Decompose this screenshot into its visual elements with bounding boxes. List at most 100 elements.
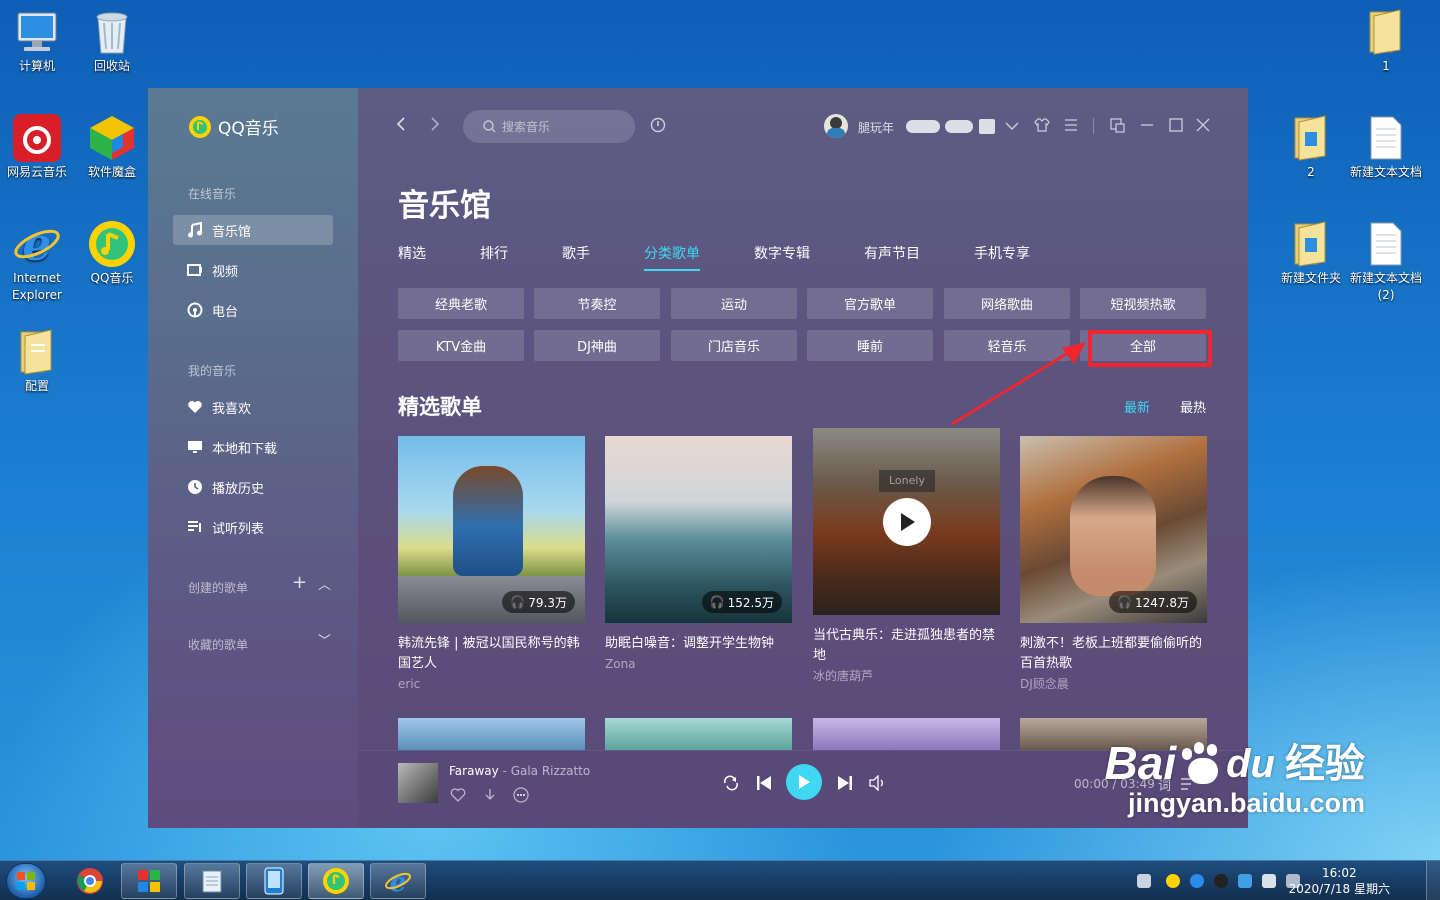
category-chip[interactable]: 经典老歌 xyxy=(398,288,524,319)
song-artist[interactable]: Gala Rizzatto xyxy=(511,764,591,778)
desktop-icon-ie[interactable]: e Internet Explorer xyxy=(1,220,73,304)
desktop-icon-recycle-bin[interactable]: 回收站 xyxy=(76,8,148,75)
sidebar-item-radio[interactable]: 电台 xyxy=(173,295,333,325)
system-clock[interactable]: 16:02 2020/7/18 星期六 xyxy=(1289,865,1390,897)
category-chip[interactable]: KTV金曲 xyxy=(398,330,524,361)
qq-music-tray-icon[interactable] xyxy=(1166,874,1180,888)
playlist-cover[interactable]: 🎧 79.3万 xyxy=(398,436,585,623)
desktop-icon-folder-2[interactable]: 2 xyxy=(1275,114,1347,181)
start-button[interactable] xyxy=(6,863,46,899)
previous-icon[interactable] xyxy=(755,774,773,796)
more-icon[interactable] xyxy=(513,787,529,807)
playlist-cover[interactable] xyxy=(813,718,1000,750)
desktop-icon-netease-music[interactable]: 网易云音乐 xyxy=(1,114,73,181)
tab-featured[interactable]: 精选 xyxy=(398,243,426,263)
sidebar-item-music-hall[interactable]: 音乐馆 xyxy=(173,215,333,245)
forward-icon[interactable] xyxy=(430,116,440,135)
like-icon[interactable] xyxy=(450,787,466,807)
play-button[interactable] xyxy=(883,498,931,546)
desktop-icon-text-doc-2[interactable]: 新建文本文档 (2) xyxy=(1350,220,1422,304)
menu-icon[interactable] xyxy=(1064,118,1078,135)
minimize-icon[interactable] xyxy=(1140,118,1154,135)
category-chip[interactable]: 短视频热歌 xyxy=(1080,288,1206,319)
category-chip[interactable]: 节奏控 xyxy=(534,288,660,319)
playlist-author[interactable]: Zona xyxy=(605,654,792,674)
listen-recognize-icon[interactable] xyxy=(650,117,666,136)
search-input[interactable]: 搜索音乐 xyxy=(463,110,635,143)
tab-audio-programs[interactable]: 有声节目 xyxy=(864,243,920,263)
chevron-down-icon[interactable]: ﹀ xyxy=(318,630,331,649)
playlist-card[interactable]: 🎧 152.5万 助眠白噪音：调整开学生物钟 Zona xyxy=(605,436,792,674)
vip-badge[interactable] xyxy=(945,120,973,133)
app-logo[interactable]: QQ音乐 xyxy=(188,114,279,139)
playlist-card[interactable]: Lonely 当代古典乐：走进孤独患者的禁地 冰的唐葫芦 xyxy=(813,428,1000,686)
desktop-icon-config[interactable]: 配置 xyxy=(1,328,73,395)
close-icon[interactable] xyxy=(1196,118,1210,135)
playlist-cover[interactable]: 🎧 152.5万 xyxy=(605,436,792,623)
desktop-icon-folder-1[interactable]: 1 xyxy=(1350,8,1422,75)
username[interactable]: 腿玩年 xyxy=(858,119,894,136)
playlist-title[interactable]: 刺激不！老板上班都要偷偷听的百首热歌 xyxy=(1020,634,1207,674)
playlist-cover[interactable]: 🎧 1247.8万 xyxy=(1020,436,1207,623)
playlist-cover[interactable] xyxy=(398,718,585,750)
taskbar-ie[interactable]: e xyxy=(370,863,426,899)
category-chip[interactable]: 官方歌单 xyxy=(807,288,933,319)
playlist-title[interactable]: 当代古典乐：走进孤独患者的禁地 xyxy=(813,626,1000,666)
playlist-author[interactable]: eric xyxy=(398,674,585,694)
taskbar-software-box[interactable] xyxy=(121,863,177,899)
sort-newest[interactable]: 最新 xyxy=(1124,397,1150,416)
playlist-card[interactable]: 🎧 79.3万 韩流先锋 | 被冠以国民称号的韩国艺人 eric xyxy=(398,436,585,694)
tab-singers[interactable]: 歌手 xyxy=(562,243,590,263)
volume-tray-icon[interactable] xyxy=(1262,874,1276,888)
sidebar-item-history[interactable]: 播放历史 xyxy=(173,472,333,502)
desktop-icon-computer[interactable]: 计算机 xyxy=(1,8,73,75)
playlist-card[interactable]: 🎧 1247.8万 刺激不！老板上班都要偷偷听的百首热歌 DJ顾念晨 xyxy=(1020,436,1207,694)
tab-digital-albums[interactable]: 数字专辑 xyxy=(754,243,810,263)
sidebar-item-favorites[interactable]: 我喜欢 xyxy=(173,392,333,422)
category-chip[interactable]: 运动 xyxy=(671,288,797,319)
taskbar-qq-music[interactable] xyxy=(308,863,364,899)
playlist-title[interactable]: 助眠白噪音：调整开学生物钟 xyxy=(605,634,792,654)
sidebar-item-trial-list[interactable]: 试听列表 xyxy=(173,512,333,542)
album-art[interactable] xyxy=(398,763,438,803)
playlist-cover[interactable]: Lonely xyxy=(813,428,1000,615)
tab-ranking[interactable]: 排行 xyxy=(480,243,508,263)
playlist-cover[interactable] xyxy=(605,718,792,750)
level-badge[interactable] xyxy=(979,119,995,134)
category-chip[interactable]: 睡前 xyxy=(807,330,933,361)
playlist-title[interactable]: 韩流先锋 | 被冠以国民称号的韩国艺人 xyxy=(398,634,585,674)
green-diamond-badge[interactable] xyxy=(906,120,940,133)
loop-mode-icon[interactable] xyxy=(722,775,740,795)
kugou-tray-icon[interactable] xyxy=(1190,874,1204,888)
desktop-icon-text-doc[interactable]: 新建文本文档 xyxy=(1350,114,1422,181)
sidebar-item-video[interactable]: 视频 xyxy=(173,255,333,285)
category-chip[interactable]: DJ神曲 xyxy=(534,330,660,361)
next-icon[interactable] xyxy=(836,774,854,796)
skin-icon[interactable] xyxy=(1034,117,1050,136)
taskbar-notepad[interactable] xyxy=(184,863,240,899)
sidebar-item-local-download[interactable]: 本地和下载 xyxy=(173,432,333,462)
play-button[interactable] xyxy=(786,764,822,800)
taskbar-chrome[interactable] xyxy=(62,863,118,899)
add-playlist-icon[interactable]: + xyxy=(292,572,307,593)
avatar[interactable] xyxy=(824,114,848,138)
show-desktop-button[interactable] xyxy=(1426,861,1440,900)
tab-mobile-exclusive[interactable]: 手机专享 xyxy=(974,243,1030,263)
sort-hottest[interactable]: 最热 xyxy=(1180,397,1206,416)
tab-category-playlists[interactable]: 分类歌单 xyxy=(644,243,700,271)
app-tray-icon[interactable] xyxy=(1238,874,1252,888)
back-icon[interactable] xyxy=(396,116,406,135)
playlist-author[interactable]: 冰的唐葫芦 xyxy=(813,666,1000,686)
playlist-author[interactable]: DJ顾念晨 xyxy=(1020,674,1207,694)
keyboard-icon[interactable] xyxy=(1137,874,1151,888)
maximize-icon[interactable] xyxy=(1169,118,1183,135)
download-icon[interactable] xyxy=(482,787,498,807)
mini-mode-icon[interactable] xyxy=(1110,118,1125,136)
qq-tray-icon[interactable] xyxy=(1214,874,1228,888)
category-chip[interactable]: 网络歌曲 xyxy=(944,288,1070,319)
desktop-icon-new-folder[interactable]: 新建文件夹 xyxy=(1275,220,1347,287)
taskbar-phone-assistant[interactable] xyxy=(246,863,302,899)
volume-icon[interactable] xyxy=(868,774,886,795)
desktop-icon-qq-music[interactable]: QQ音乐 xyxy=(76,220,148,287)
desktop-icon-software-box[interactable]: 软件魔盒 xyxy=(76,114,148,181)
